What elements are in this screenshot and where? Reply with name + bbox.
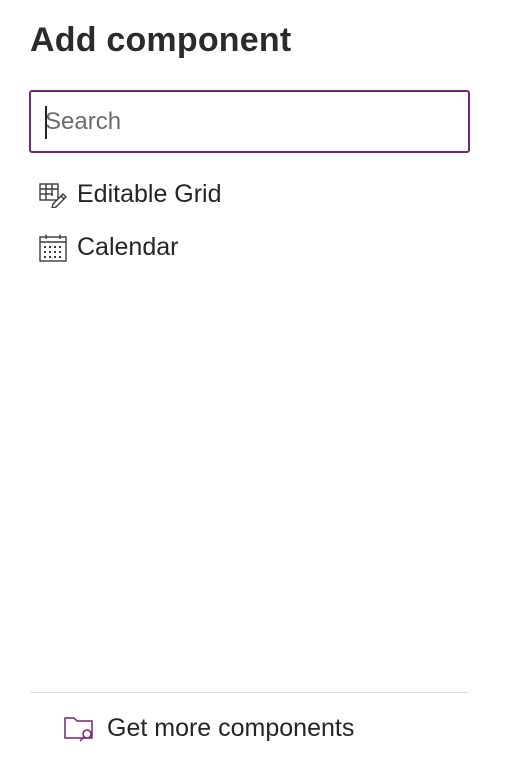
- folder-search-icon: [62, 713, 96, 743]
- get-more-components-link[interactable]: Get more components: [62, 706, 354, 750]
- search-input[interactable]: [31, 92, 468, 151]
- panel-title: Add component: [30, 21, 292, 59]
- component-list: Editable Grid Calendar: [30, 168, 470, 274]
- get-more-components-label: Get more components: [107, 713, 355, 742]
- calendar-icon: [38, 233, 68, 263]
- editable-grid-icon: [38, 180, 68, 210]
- text-caret: [45, 106, 47, 139]
- component-label: Calendar: [77, 233, 179, 261]
- search-box[interactable]: [29, 90, 470, 153]
- footer-divider: [30, 692, 469, 693]
- component-item-editable-grid[interactable]: Editable Grid: [30, 168, 470, 221]
- component-item-calendar[interactable]: Calendar: [30, 221, 470, 274]
- component-label: Editable Grid: [77, 180, 222, 208]
